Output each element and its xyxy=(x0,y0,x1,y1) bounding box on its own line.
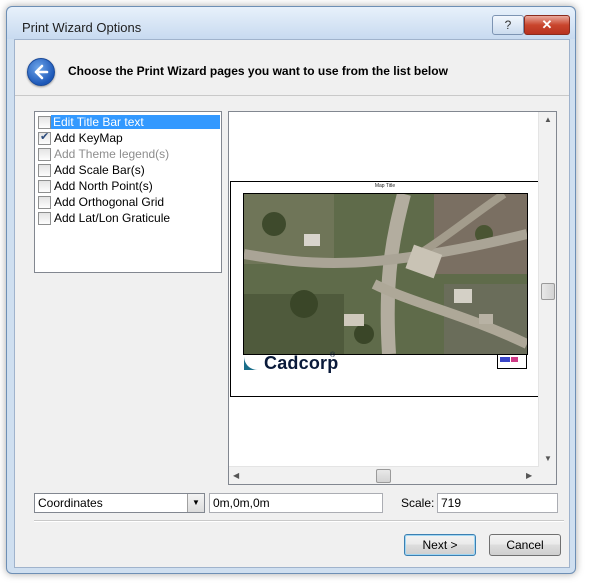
coordinates-dropdown-value: Coordinates xyxy=(38,496,103,510)
scroll-down-icon[interactable]: ▼ xyxy=(544,454,552,463)
list-item-keymap[interactable]: Add KeyMap xyxy=(37,130,219,146)
logo-registered: ® xyxy=(330,352,336,359)
cancel-button[interactable]: Cancel xyxy=(489,534,561,556)
dialog-client: Choose the Print Wizard pages you want t… xyxy=(14,39,570,568)
map-title: Map Title xyxy=(374,183,396,189)
list-item-label: Add North Point(s) xyxy=(54,179,153,193)
vertical-scroll-thumb[interactable] xyxy=(541,283,555,300)
list-item-graticule[interactable]: Add Lat/Lon Graticule xyxy=(37,210,219,226)
keymap-thumbnail xyxy=(497,354,527,369)
scroll-right-icon[interactable]: ▶ xyxy=(526,471,532,480)
list-item-scale-bar[interactable]: Add Scale Bar(s) xyxy=(37,162,219,178)
cadcorp-logo: Cadcorp ® xyxy=(242,352,362,375)
list-item-label: Edit Title Bar text xyxy=(51,115,220,129)
checkbox-icon[interactable] xyxy=(38,180,51,193)
scroll-up-icon[interactable]: ▲ xyxy=(544,115,552,124)
print-preview: Map Title Cadcorp ® ▲ ▼ ◀ ▶ xyxy=(228,111,557,485)
list-item-label: Add Theme legend(s) xyxy=(54,147,170,161)
list-item-orthogonal-grid[interactable]: Add Orthogonal Grid xyxy=(37,194,219,210)
dialog-window: Print Wizard Options ? ✕ Choose the Prin… xyxy=(6,6,576,574)
checkbox-icon[interactable] xyxy=(38,212,51,225)
scroll-left-icon[interactable]: ◀ xyxy=(233,471,239,480)
pages-checklist[interactable]: Edit Title Bar text Add KeyMap Add Theme… xyxy=(34,111,222,273)
vertical-scrollbar[interactable]: ▲ ▼ xyxy=(538,112,556,467)
scroll-corner xyxy=(539,467,556,484)
title-bar: Print Wizard Options ? ✕ xyxy=(7,7,575,39)
checkbox-icon[interactable] xyxy=(38,196,51,209)
scale-value: 719 xyxy=(441,496,462,510)
list-item-label: Add Lat/Lon Graticule xyxy=(54,211,171,225)
dropdown-arrow-icon[interactable]: ▼ xyxy=(187,494,204,512)
list-item-theme-legend[interactable]: Add Theme legend(s) xyxy=(37,146,219,162)
scale-field[interactable]: 719 xyxy=(437,493,558,513)
coordinates-dropdown[interactable]: Coordinates ▼ xyxy=(34,493,205,513)
horizontal-scrollbar[interactable]: ◀ ▶ xyxy=(229,466,539,484)
help-button[interactable]: ? xyxy=(492,15,524,35)
coordinates-value: 0m,0m,0m xyxy=(213,496,270,510)
checkbox-icon[interactable] xyxy=(38,164,51,177)
list-item-edit-title[interactable]: Edit Title Bar text xyxy=(37,114,220,130)
aerial-image xyxy=(243,193,528,355)
next-button[interactable]: Next > xyxy=(404,534,476,556)
logo-text: Cadcorp xyxy=(264,353,339,373)
coordinates-field[interactable]: 0m,0m,0m xyxy=(209,493,383,513)
checkbox-icon[interactable] xyxy=(38,130,51,145)
window-title: Print Wizard Options xyxy=(22,20,142,35)
horizontal-scroll-thumb[interactable] xyxy=(376,469,391,483)
close-button[interactable]: ✕ xyxy=(524,15,570,35)
list-item-north-point[interactable]: Add North Point(s) xyxy=(37,178,219,194)
checkbox-icon[interactable] xyxy=(38,148,51,161)
options-row: Coordinates ▼ 0m,0m,0m Scale: 719 xyxy=(34,491,564,515)
checkbox-icon[interactable] xyxy=(38,116,51,129)
header-instruction: Choose the Print Wizard pages you want t… xyxy=(68,64,448,78)
wizard-header: Choose the Print Wizard pages you want t… xyxy=(15,40,569,96)
divider xyxy=(34,520,564,522)
preview-page: Map Title Cadcorp ® xyxy=(230,181,540,397)
list-item-label: Add KeyMap xyxy=(54,131,123,145)
scale-label: Scale: xyxy=(401,496,435,510)
back-arrow-icon[interactable] xyxy=(27,58,55,86)
list-item-label: Add Scale Bar(s) xyxy=(54,163,145,177)
list-item-label: Add Orthogonal Grid xyxy=(54,195,165,209)
